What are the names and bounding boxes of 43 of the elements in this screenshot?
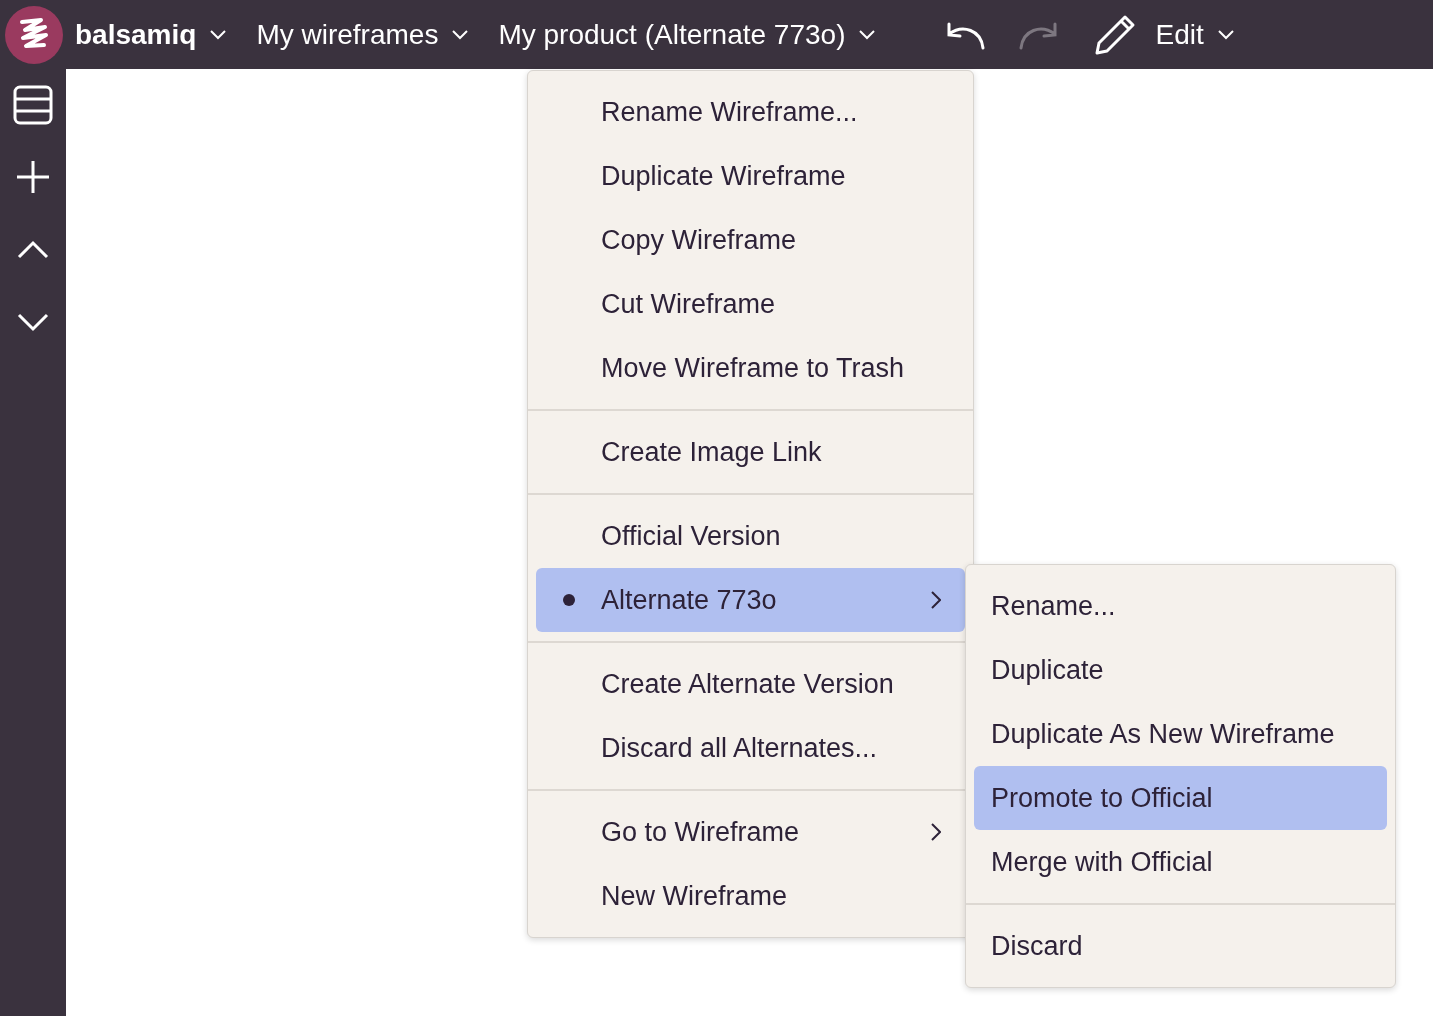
menu-item[interactable]: Duplicate Wireframe [536, 144, 965, 208]
menu-item[interactable]: Rename Wireframe... [536, 80, 965, 144]
menu-item-label: New Wireframe [601, 880, 789, 912]
chevron-right-icon [931, 591, 941, 609]
edit-menu[interactable]: Edit [1155, 18, 1234, 51]
menu-item[interactable]: Duplicate [974, 638, 1387, 702]
menu-item-label: Alternate 773o [601, 584, 778, 616]
list-icon[interactable] [13, 85, 53, 125]
menu-item-label: Official Version [601, 520, 782, 552]
menu-item-label: Copy Wireframe [601, 224, 798, 256]
menu-item-label: Cut Wireframe [601, 288, 777, 320]
menu-item[interactable]: Discard [974, 914, 1387, 978]
breadcrumb-menu[interactable]: My wireframes [256, 18, 469, 51]
menu-item[interactable]: Discard all Alternates... [536, 716, 965, 780]
menu-item-label: Discard all Alternates... [601, 732, 879, 764]
caret-icon [1217, 29, 1234, 40]
menu-item-label: Create Image Link [601, 436, 823, 468]
menu-item[interactable]: Copy Wireframe [536, 208, 965, 272]
menu-item[interactable]: Alternate 773o [536, 568, 965, 632]
caret-icon [452, 29, 469, 40]
caret-icon [210, 29, 227, 40]
menu-item[interactable]: Cut Wireframe [536, 272, 965, 336]
menu-item[interactable]: Rename... [974, 574, 1387, 638]
menu-item[interactable]: Duplicate As New Wireframe [974, 702, 1387, 766]
breadcrumb-menu[interactable]: My product (Alternate 773o) [498, 18, 876, 51]
menu-item[interactable]: Move Wireframe to Trash [536, 336, 965, 400]
menu-item-label: Rename Wireframe... [601, 96, 859, 128]
menu-item[interactable]: Create Image Link [536, 420, 965, 484]
menu-item[interactable]: Official Version [536, 504, 965, 568]
menu-item[interactable]: New Wireframe [536, 864, 965, 928]
menu-item-label: Duplicate Wireframe [601, 160, 847, 192]
logo-icon[interactable] [5, 5, 63, 64]
caret-icon [859, 29, 876, 40]
bullet-icon [562, 594, 575, 606]
brand-menu[interactable]: balsamiq [75, 18, 227, 51]
menu-item-label: Move Wireframe to Trash [601, 352, 906, 384]
menu-item[interactable]: Create Alternate Version [536, 652, 965, 716]
menu-item[interactable]: Promote to Official [974, 766, 1387, 830]
menu-item[interactable]: Merge with Official [974, 830, 1387, 894]
chevron-right-icon [931, 823, 941, 841]
menu-item[interactable]: Go to Wireframe [536, 800, 965, 864]
menu-item-label: Go to Wireframe [601, 816, 801, 848]
menu-item-label: Create Alternate Version [601, 668, 895, 700]
